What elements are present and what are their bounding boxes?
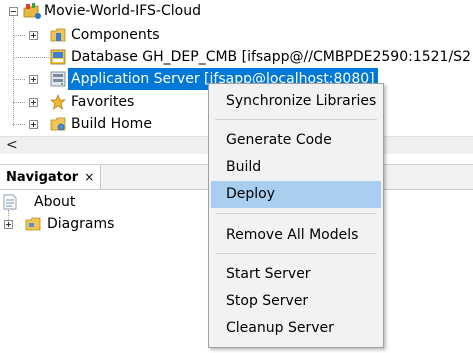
tab-navigator-label: Navigator <box>6 170 79 185</box>
database-icon <box>50 49 66 65</box>
tree-item-label: Components <box>71 27 160 43</box>
tree-root-label: Movie-World-IFS-Cloud <box>44 3 201 19</box>
menu-item-deploy[interactable]: Deploy <box>211 181 381 208</box>
expand-icon[interactable] <box>29 75 38 84</box>
menu-item-remove-all-models[interactable]: Remove All Models <box>211 222 381 249</box>
tree-item-label: Favorites <box>71 94 135 110</box>
navigator-item-label: About <box>34 194 76 210</box>
expand-icon[interactable] <box>4 220 13 229</box>
context-menu: Synchronize Libraries Generate Code Buil… <box>208 83 384 348</box>
build-folder-icon <box>50 117 66 131</box>
folder-icon <box>25 217 41 231</box>
tree-item-components[interactable]: Components <box>0 24 473 46</box>
collapse-icon[interactable] <box>9 7 18 16</box>
server-icon <box>50 71 66 87</box>
menu-item-stop-server[interactable]: Stop Server <box>211 288 381 315</box>
menu-item-start-server[interactable]: Start Server <box>211 261 381 288</box>
tab-navigator[interactable]: Navigator × <box>0 165 102 189</box>
navigator-item-about[interactable]: About <box>0 191 200 213</box>
menu-separator <box>215 119 377 120</box>
tree-root-row[interactable]: Movie-World-IFS-Cloud <box>0 0 473 22</box>
close-icon[interactable]: × <box>84 170 94 184</box>
document-icon <box>3 194 17 210</box>
menu-item-cleanup-server[interactable]: Cleanup Server <box>211 315 381 342</box>
scroll-left-arrow[interactable]: < <box>6 137 18 154</box>
menu-item-generate-code[interactable]: Generate Code <box>211 127 381 154</box>
tree-item-label: Build Home <box>71 116 152 132</box>
navigator-item-diagrams[interactable]: Diagrams <box>0 213 200 235</box>
project-folder-icon <box>23 3 41 19</box>
expand-icon[interactable] <box>29 120 38 129</box>
menu-separator <box>215 213 377 214</box>
tree-item-label: Database GH_DEP_CMB [ifsapp@//CMBPDE2590… <box>71 49 471 65</box>
expand-icon[interactable] <box>29 98 38 107</box>
menu-separator <box>215 253 377 254</box>
menu-item-build[interactable]: Build <box>211 154 381 181</box>
components-icon <box>50 28 66 42</box>
navigator-item-label: Diagrams <box>47 216 115 232</box>
tree-item-database[interactable]: Database GH_DEP_CMB [ifsapp@//CMBPDE2590… <box>0 46 473 68</box>
expand-icon[interactable] <box>29 31 38 40</box>
menu-item-synchronize-libraries[interactable]: Synchronize Libraries <box>211 88 381 115</box>
star-icon <box>50 94 66 110</box>
